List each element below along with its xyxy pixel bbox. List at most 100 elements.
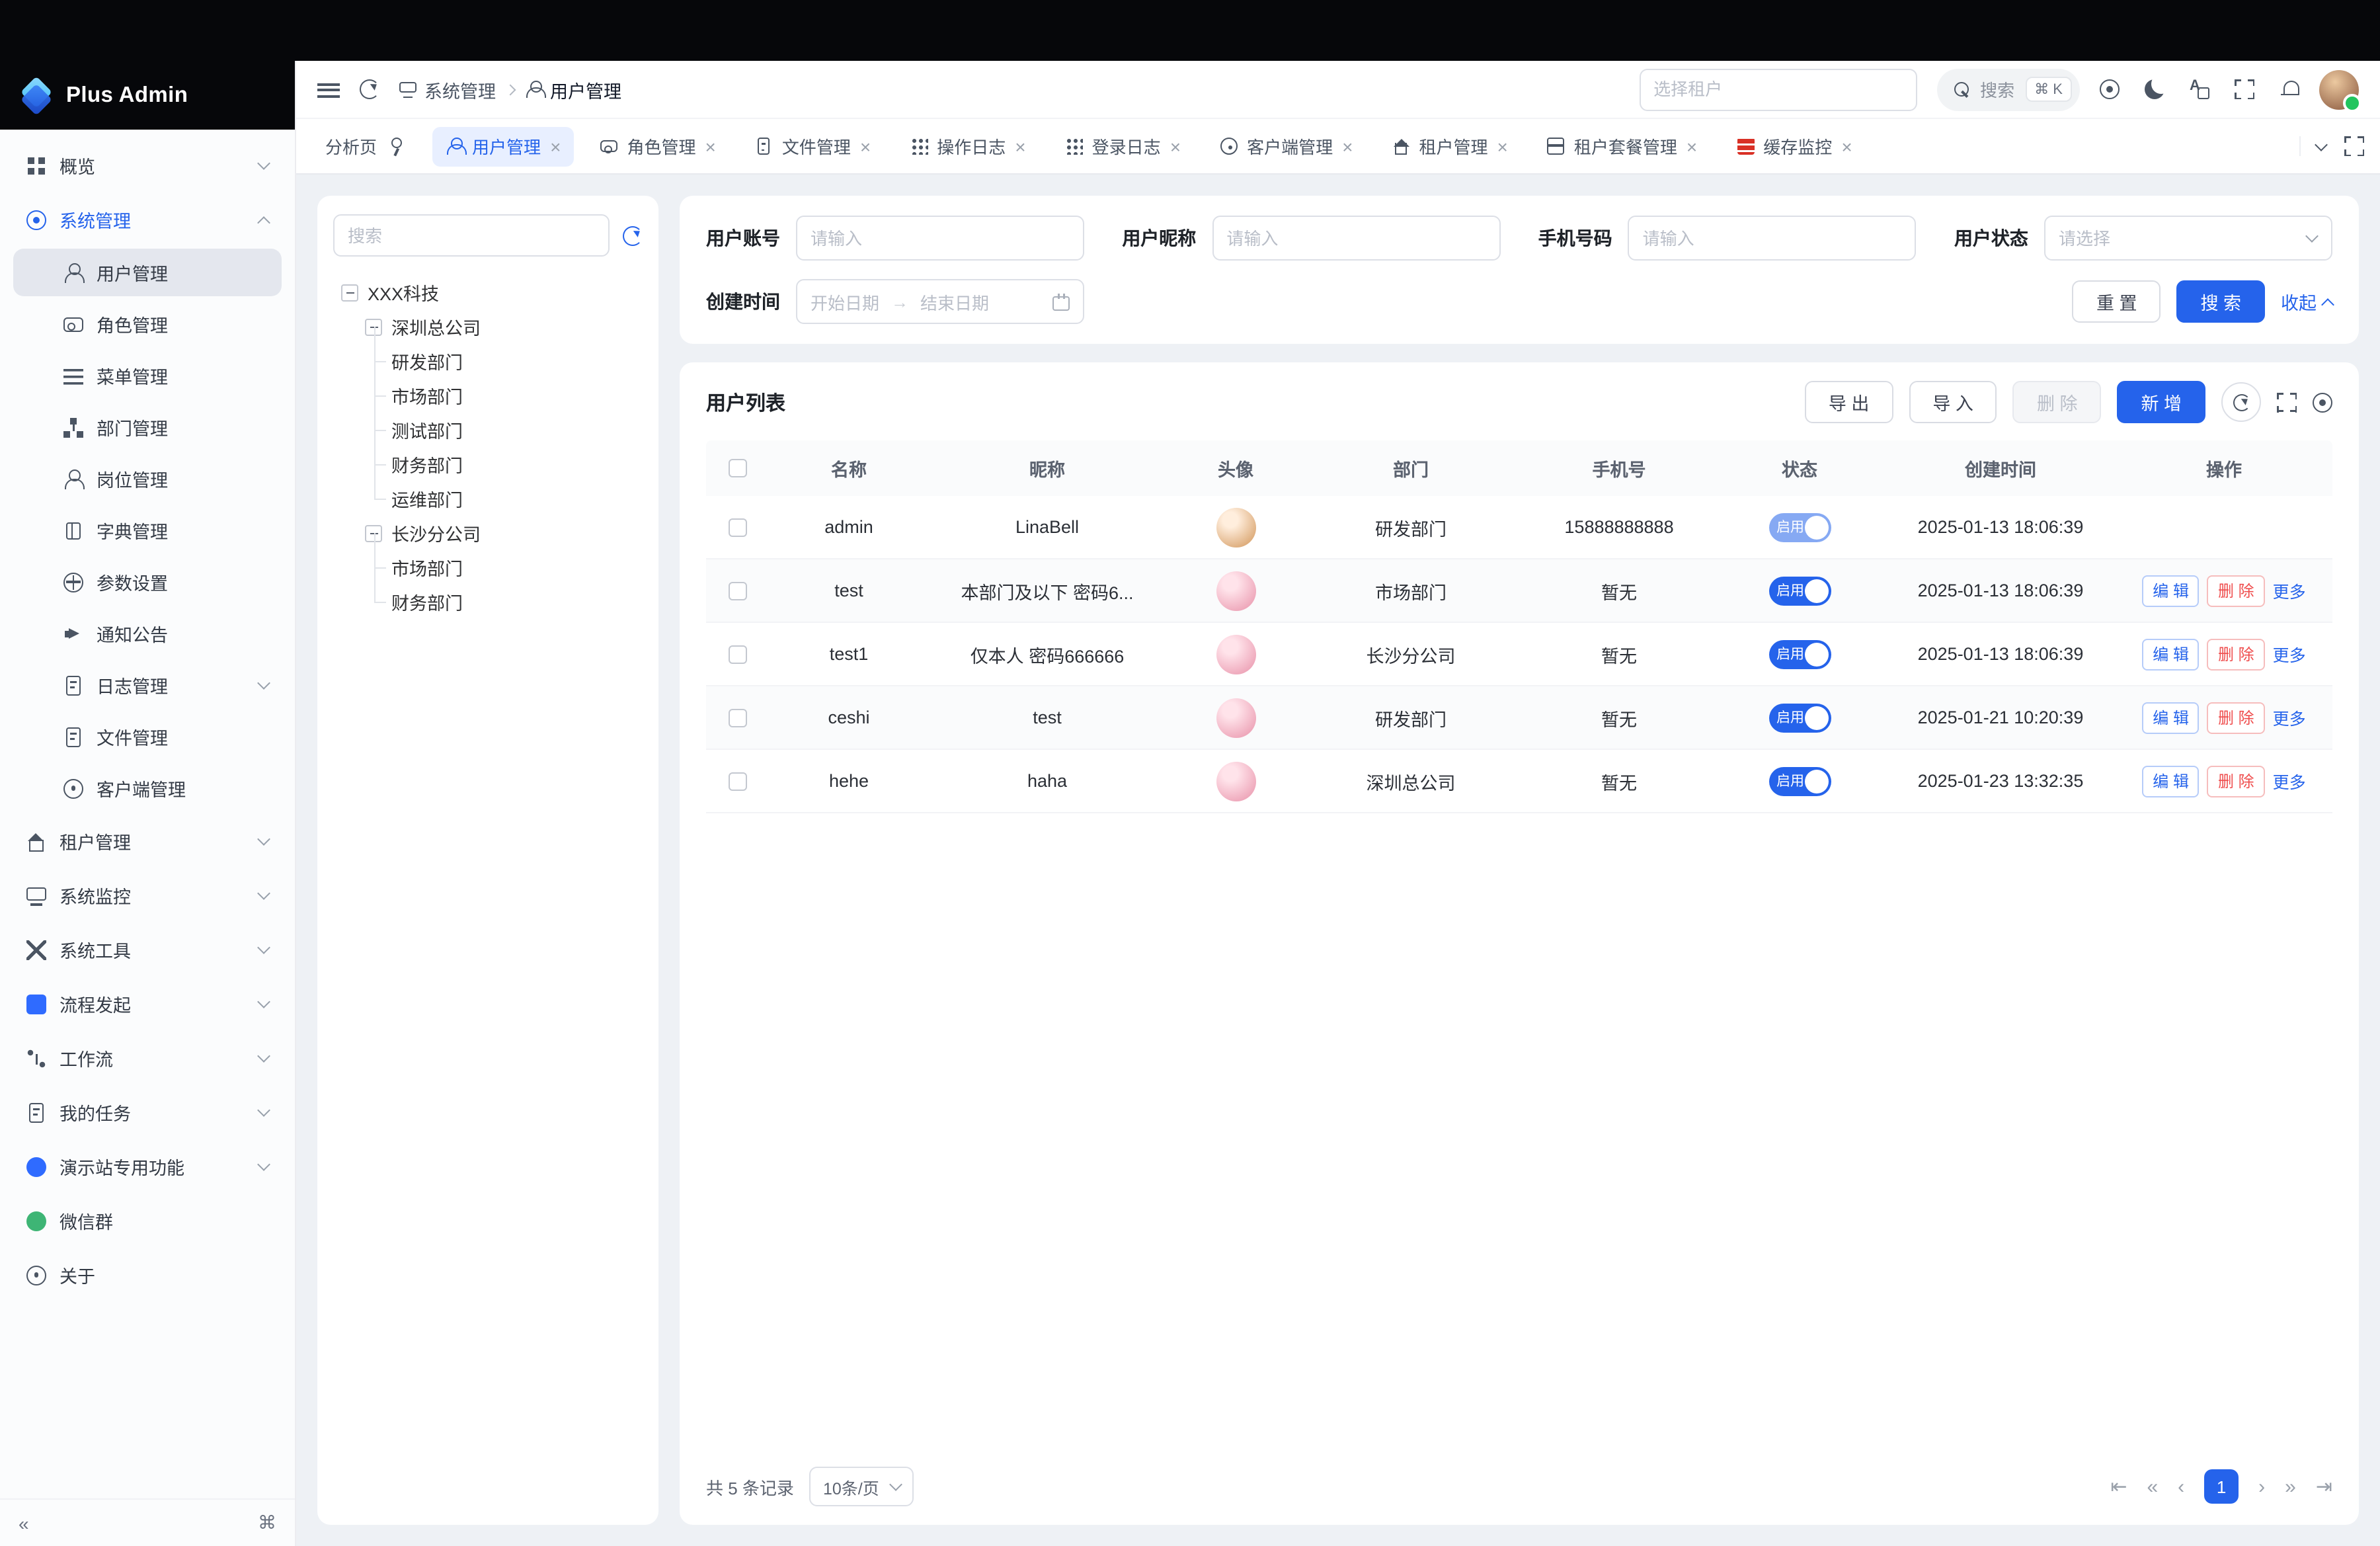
more-button[interactable]: 更多	[2273, 641, 2306, 667]
sidebar-item-sys-monitor[interactable]: 系统监控	[13, 870, 282, 920]
sidebar-item-role-mgmt[interactable]: 角色管理	[13, 300, 282, 348]
tenant-select-input[interactable]	[1639, 68, 1917, 110]
delete-button[interactable]: 删 除	[2013, 381, 2102, 423]
close-icon[interactable]: ×	[1342, 137, 1353, 155]
sidebar-item-my-tasks[interactable]: 我的任务	[13, 1087, 282, 1137]
tab-cache-monitor[interactable]: 缓存监控 ×	[1724, 126, 1865, 166]
export-button[interactable]: 导 出	[1805, 381, 1893, 423]
row-delete-button[interactable]: 删 除	[2207, 765, 2265, 797]
tree-node-shenzhen-hq[interactable]: 深圳总公司	[333, 309, 643, 344]
tab-role-mgmt[interactable]: 角色管理 ×	[587, 126, 729, 166]
sidebar-item-about[interactable]: 关于	[13, 1250, 282, 1300]
search-button[interactable]: 搜 索	[2176, 280, 2265, 323]
tree-node-finance-dept-2[interactable]: 财务部门	[333, 585, 643, 619]
sidebar-item-menu-mgmt[interactable]: 菜单管理	[13, 352, 282, 399]
date-range-picker[interactable]: 开始日期 → 结束日期	[796, 279, 1084, 324]
status-toggle[interactable]: 启用	[1768, 512, 1831, 542]
current-page-button[interactable]: 1	[2204, 1469, 2239, 1504]
settings-gear-icon[interactable]	[2100, 79, 2120, 99]
tree-collapse-toggle-icon[interactable]	[365, 318, 382, 335]
sidebar-item-system-mgmt[interactable]: 系统管理	[13, 194, 282, 245]
sidebar-item-overview[interactable]: 概览	[13, 140, 282, 190]
close-icon[interactable]: ×	[1686, 137, 1697, 155]
close-icon[interactable]: ×	[705, 137, 715, 155]
tab-analysis[interactable]: 分析页 ×	[312, 126, 419, 166]
tree-node-finance-dept[interactable]: 财务部门	[333, 447, 643, 481]
prev-page-icon[interactable]: ‹	[2178, 1475, 2184, 1498]
more-button[interactable]: 更多	[2273, 768, 2306, 793]
status-select-input[interactable]	[2044, 216, 2332, 261]
tree-node-changsha-branch[interactable]: 长沙分公司	[333, 516, 643, 550]
reset-button[interactable]: 重 置	[2073, 280, 2161, 323]
next-5-pages-icon[interactable]: »	[2285, 1475, 2296, 1498]
user-avatar[interactable]	[2319, 69, 2359, 109]
status-toggle[interactable]: 启用	[1768, 576, 1831, 605]
tree-collapse-toggle-icon[interactable]	[365, 524, 382, 542]
sidebar-item-user-mgmt[interactable]: 用户管理	[13, 249, 282, 296]
status-toggle[interactable]: 启用	[1768, 766, 1831, 795]
sidebar-item-sys-tools[interactable]: 系统工具	[13, 924, 282, 975]
close-icon[interactable]: ×	[860, 137, 871, 155]
row-delete-button[interactable]: 删 除	[2207, 638, 2265, 670]
tree-refresh-icon[interactable]	[623, 225, 643, 245]
close-icon[interactable]: ×	[1170, 137, 1181, 155]
sidebar-item-notice[interactable]: 通知公告	[13, 610, 282, 657]
account-input[interactable]	[796, 216, 1084, 261]
sidebar-item-wechat-group[interactable]: 微信群	[13, 1196, 282, 1246]
tree-search-input[interactable]	[333, 214, 610, 257]
hamburger-menu-icon[interactable]	[317, 79, 340, 99]
sidebar-item-workflow[interactable]: 工作流	[13, 1033, 282, 1083]
tree-node-company[interactable]: XXX科技	[333, 275, 643, 309]
breadcrumb-system[interactable]: 系统管理	[399, 76, 496, 102]
last-page-icon[interactable]: ⇥	[2316, 1475, 2332, 1498]
row-checkbox[interactable]	[729, 518, 747, 536]
tree-node-ops-dept[interactable]: 运维部门	[333, 481, 643, 516]
more-button[interactable]: 更多	[2273, 578, 2306, 603]
tab-tenant-pkg[interactable]: 租户套餐管理 ×	[1534, 126, 1710, 166]
prev-5-pages-icon[interactable]: «	[2147, 1475, 2158, 1498]
tab-login-log[interactable]: 登录日志 ×	[1052, 126, 1194, 166]
more-button[interactable]: 更多	[2273, 705, 2306, 730]
table-refresh-button[interactable]	[2221, 382, 2261, 422]
dark-mode-moon-icon[interactable]	[2145, 79, 2164, 99]
translate-icon[interactable]	[2190, 79, 2209, 99]
sidebar-item-log-mgmt[interactable]: 日志管理	[13, 661, 282, 709]
tab-tenant-mgmt[interactable]: 租户管理 ×	[1379, 126, 1521, 166]
row-checkbox[interactable]	[729, 645, 747, 663]
close-icon[interactable]: ×	[1015, 137, 1025, 155]
row-checkbox[interactable]	[729, 708, 747, 727]
close-icon[interactable]: ×	[550, 137, 561, 155]
close-icon[interactable]: ×	[1841, 137, 1852, 155]
edit-button[interactable]: 编 辑	[2142, 765, 2200, 797]
table-settings-icon[interactable]	[2313, 392, 2332, 412]
shortcut-helper-icon[interactable]: ⌘	[258, 1512, 276, 1534]
tree-node-market-dept[interactable]: 市场部门	[333, 378, 643, 413]
refresh-page-icon[interactable]	[360, 79, 379, 99]
tabs-dropdown-icon[interactable]	[2315, 138, 2328, 151]
tree-collapse-toggle-icon[interactable]	[341, 284, 358, 301]
tab-op-log[interactable]: 操作日志 ×	[897, 126, 1039, 166]
tab-file-mgmt[interactable]: 文件管理 ×	[742, 126, 884, 166]
edit-button[interactable]: 编 辑	[2142, 638, 2200, 670]
sidebar-item-dict-mgmt[interactable]: 字典管理	[13, 507, 282, 554]
row-delete-button[interactable]: 删 除	[2207, 702, 2265, 733]
status-select[interactable]	[2044, 216, 2332, 261]
content-fullscreen-icon[interactable]	[2344, 136, 2364, 156]
page-size-select[interactable]: 10条/页	[810, 1467, 914, 1506]
phone-input[interactable]	[1628, 216, 1917, 261]
row-checkbox[interactable]	[729, 772, 747, 790]
sidebar-item-param-settings[interactable]: 参数设置	[13, 558, 282, 606]
table-fullscreen-icon[interactable]	[2277, 392, 2297, 412]
status-toggle[interactable]: 启用	[1768, 639, 1831, 669]
status-toggle[interactable]: 启用	[1768, 703, 1831, 732]
collapse-sidebar-icon[interactable]: «	[19, 1512, 29, 1533]
tab-user-mgmt[interactable]: 用户管理 ×	[432, 126, 574, 166]
notifications-bell-icon[interactable]	[2280, 79, 2299, 99]
sidebar-item-file-mgmt[interactable]: 文件管理	[13, 713, 282, 760]
edit-button[interactable]: 编 辑	[2142, 575, 2200, 606]
import-button[interactable]: 导 入	[1909, 381, 1997, 423]
row-delete-button[interactable]: 删 除	[2207, 575, 2265, 606]
fullscreen-icon[interactable]	[2235, 79, 2254, 99]
global-search-button[interactable]: 搜索 ⌘ K	[1936, 68, 2080, 110]
breadcrumb-user-mgmt[interactable]: 用户管理	[525, 76, 621, 102]
